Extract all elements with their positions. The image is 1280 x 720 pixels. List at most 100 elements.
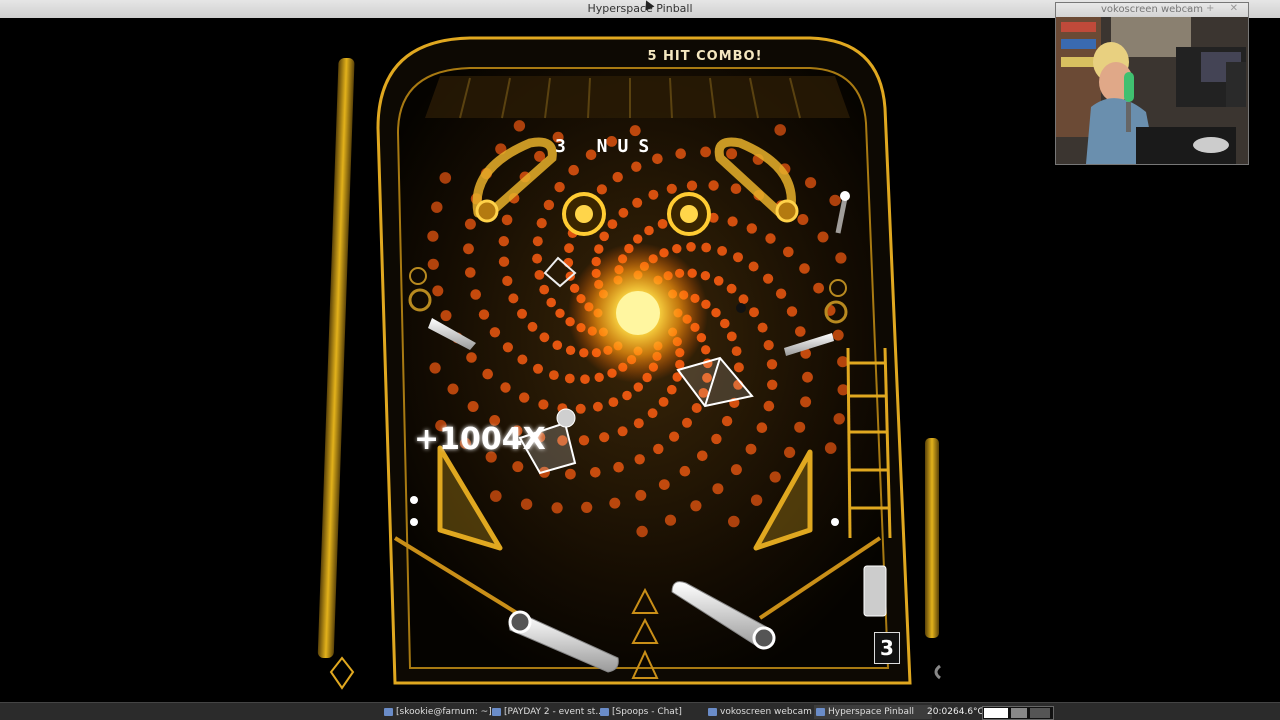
spiral-dot	[686, 242, 696, 252]
spiral-dot	[721, 415, 733, 427]
spiral-dot	[594, 372, 604, 382]
spiral-dot	[633, 418, 644, 429]
spiral-dot	[786, 306, 798, 317]
spiral-dot	[581, 501, 593, 513]
spiral-dot	[745, 443, 757, 455]
spiral-dot	[746, 223, 757, 234]
spiral-dot	[749, 307, 759, 318]
webcam-titlebar[interactable]: vokoscreen webcam – + ✕	[1056, 3, 1248, 17]
spiral-dot	[599, 432, 610, 443]
spiral-dot	[800, 396, 812, 408]
spiral-dot	[534, 270, 545, 280]
spiral-dot	[633, 382, 643, 392]
spiral-dot	[482, 368, 494, 380]
spiral-dot	[498, 256, 510, 267]
spiral-dot	[733, 362, 744, 373]
spiral-dot	[427, 230, 439, 242]
webcam-window-controls[interactable]: – + ✕	[1186, 3, 1244, 14]
combo-text: 5 HIT COMBO!	[647, 49, 763, 64]
spiral-dot	[664, 514, 677, 526]
spiral-dot	[765, 233, 776, 244]
spiral-dot	[517, 354, 528, 365]
spiral-dot	[432, 285, 444, 297]
webcam-person-image	[1056, 17, 1248, 164]
spiral-dot	[564, 373, 575, 384]
steam-icon	[600, 708, 609, 716]
spiral-dot	[730, 464, 742, 476]
spiral-dot	[763, 340, 774, 351]
spiral-dot	[648, 189, 659, 200]
spiral-dot	[429, 362, 441, 374]
spiral-dot	[599, 231, 609, 242]
spiral-dot	[763, 273, 774, 284]
spiral-dot	[730, 183, 742, 194]
task-hyperspace-pinball[interactable]: Hyperspace Pinball	[814, 705, 932, 719]
spiral-dot	[478, 309, 490, 320]
spiral-dot	[635, 489, 647, 501]
spiral-dot	[669, 431, 680, 442]
spiral-dot	[667, 384, 677, 395]
task-label: [Spoops - Chat]	[612, 707, 682, 717]
spiral-dot	[832, 329, 844, 341]
webcam-window[interactable]: vokoscreen webcam – + ✕	[1055, 2, 1249, 165]
spiral-dot	[431, 201, 443, 213]
spiral-dot	[766, 359, 778, 370]
spiral-dot	[711, 433, 722, 445]
spiral-dot	[708, 180, 719, 191]
spiral-dot	[543, 199, 555, 211]
spiral-dot	[539, 284, 550, 295]
spiral-dot	[464, 218, 476, 230]
spiral-dot	[467, 401, 479, 412]
webcam-icon	[708, 708, 717, 716]
spiral-dot	[726, 148, 738, 160]
spiral-dot	[596, 184, 608, 195]
spiral-dot	[700, 146, 711, 158]
spiral-dot	[634, 454, 645, 465]
game-icon	[816, 708, 825, 716]
spiral-dot	[502, 342, 513, 353]
window-title: Hyperspace Pinball	[587, 2, 693, 15]
terminal-icon	[384, 708, 393, 716]
left-corner-crystal	[329, 656, 355, 690]
spiral-dot	[733, 252, 743, 263]
spiral-dot	[580, 374, 590, 385]
spiral-dot	[644, 225, 654, 236]
spiral-dot	[750, 494, 763, 506]
task-spoops-chat[interactable]: [Spoops - Chat]	[598, 705, 716, 719]
spiral-dot	[565, 468, 576, 480]
spiral-dot	[794, 421, 806, 433]
spiral-dot	[500, 382, 511, 393]
pinball-ball	[556, 408, 576, 428]
spiral-dot	[538, 399, 549, 410]
task-terminal[interactable]: [skookie@farnum: ~]	[382, 705, 500, 719]
plunger	[863, 565, 887, 617]
spiral-dot	[717, 246, 727, 256]
task-vokoscreen[interactable]: vokoscreen webcam	[706, 705, 824, 719]
webcam-feed	[1056, 17, 1248, 164]
spiral-dot	[666, 183, 677, 194]
balls-remaining: 3	[874, 632, 900, 664]
spiral-dot	[701, 345, 711, 355]
spiral-dot	[726, 331, 737, 342]
spiral-dot	[520, 498, 533, 510]
spiral-dot	[551, 502, 563, 514]
system-monitor-graph[interactable]	[982, 706, 1054, 720]
spiral-dot	[775, 288, 787, 299]
spiral-dot	[691, 403, 702, 413]
spiral-dot	[533, 363, 543, 374]
spiral-dot	[549, 370, 559, 380]
task-payday[interactable]: [PAYDAY 2 - event st...	[490, 705, 608, 719]
spiral-dot	[501, 214, 513, 226]
spiral-dot	[502, 275, 513, 286]
spiral-dot	[763, 400, 775, 412]
taskbar: [skookie@farnum: ~] [PAYDAY 2 - event st…	[0, 702, 1280, 720]
clock[interactable]: 20:02	[927, 705, 953, 719]
spiral-dot	[774, 124, 786, 136]
spiral-dot	[489, 327, 501, 338]
spiral-dot	[447, 383, 459, 395]
spiral-dot	[686, 180, 698, 191]
spiral-dot	[824, 442, 837, 454]
task-label: [skookie@farnum: ~]	[396, 707, 492, 717]
left-outer-rail	[317, 58, 355, 658]
bonus-letters: 3 NUS	[555, 136, 660, 157]
